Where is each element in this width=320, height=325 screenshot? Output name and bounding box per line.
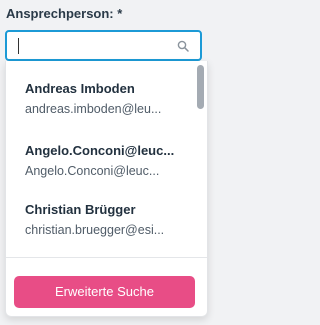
list-item[interactable]: Christian Brügger christian.bruegger@esi… — [6, 202, 196, 253]
advanced-search-button[interactable]: Erweiterte Suche — [14, 276, 195, 308]
item-email: andreas.imboden@leu... — [25, 102, 162, 116]
list-item[interactable]: Angelo.Conconi@leuc... Angelo.Conconi@le… — [6, 143, 196, 205]
search-input[interactable] — [5, 30, 202, 61]
result-list: Andreas Imboden andreas.imboden@leu... A… — [6, 61, 196, 253]
item-name: Angelo.Conconi@leuc... — [25, 143, 175, 158]
text-caret — [18, 38, 19, 54]
item-email: christian.bruegger@esi... — [25, 223, 165, 237]
contact-person-picker: Ansprechperson: * Andreas Imboden andrea… — [0, 0, 213, 325]
item-name: Christian Brügger — [25, 202, 136, 217]
field-label: Ansprechperson: * — [6, 6, 123, 21]
search-icon[interactable] — [177, 40, 189, 52]
item-name: Andreas Imboden — [25, 81, 135, 96]
item-email: Angelo.Conconi@leuc... — [25, 164, 160, 178]
list-item[interactable]: Andreas Imboden andreas.imboden@leu... — [6, 81, 196, 143]
divider — [6, 257, 207, 258]
scrollbar-thumb[interactable] — [197, 65, 204, 109]
dropdown-panel: Andreas Imboden andreas.imboden@leu... A… — [5, 61, 208, 317]
